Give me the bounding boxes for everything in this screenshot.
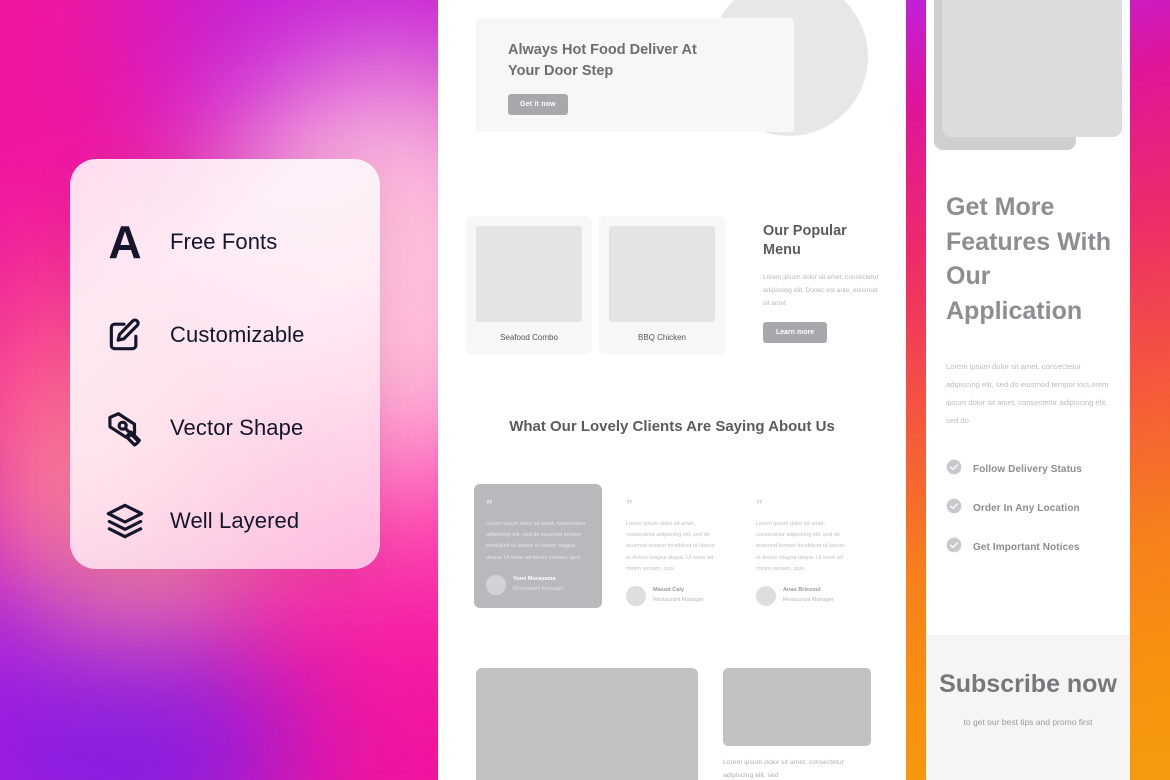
testimonial-card[interactable]: ” Lorem ipsum dolor sit amet, consectetu… [744, 484, 862, 618]
testimonial-body: Lorem ipsum dolor sit amet, consectetur … [756, 521, 845, 572]
checklist-item-get-important-notices[interactable]: Get Important Notices [946, 528, 1124, 567]
avatar [486, 574, 506, 595]
testimonial-author: Yumi Morayama Restaurant Manager [486, 574, 590, 595]
bottom-image-placeholder-large [476, 668, 698, 780]
layers-stack-icon [102, 501, 148, 541]
author-name: Masud Caly [653, 587, 685, 594]
avatar [756, 585, 776, 606]
right-panel-paragraph: Lorem ipsum dolor sit amet, consectetur … [946, 362, 1109, 425]
testimonials-section: What Our Lovely Clients Are Saying About… [438, 416, 906, 608]
hero-title: Always Hot Food Deliver At Your Door Ste… [508, 42, 697, 80]
feature-item-label: Free Fonts [170, 228, 278, 254]
menu-item-name: Seafood Combo [500, 333, 558, 342]
testimonial-body: Lorem ipsum dolor sit amet, consectetur … [626, 521, 715, 572]
subscribe-heading: Subscribe now [939, 670, 1117, 698]
feature-item-vector-shape[interactable]: Vector Shape [70, 381, 380, 474]
checklist-item-follow-delivery-status[interactable]: Follow Delivery Status [946, 450, 1124, 489]
feature-item-label: Vector Shape [170, 414, 304, 440]
menu-paragraph: Lorem ipsum dolor sit amet, consectetur … [763, 274, 879, 307]
center-page-preview: Always Hot Food Deliver At Your Door Ste… [438, 0, 906, 780]
check-circle-icon [946, 537, 962, 558]
pen-nib-icon [102, 408, 148, 448]
menu-card[interactable]: BBQ Chicken [599, 216, 725, 354]
testimonials-heading: What Our Lovely Clients Are Saying About… [509, 418, 835, 435]
checklist-item-label: Follow Delivery Status [973, 464, 1082, 475]
avatar [626, 585, 646, 606]
hero-banner: Always Hot Food Deliver At Your Door Ste… [476, 18, 794, 132]
bottom-caption: Lorem ipsum dolor sit amet, consectetur … [723, 759, 844, 780]
feature-item-customizable[interactable]: Customizable [70, 288, 380, 381]
menu-heading: Our Popular Menu [763, 223, 847, 259]
author-role: Restaurant Manager [513, 585, 564, 592]
author-name: Anas Brissoul [783, 587, 821, 594]
feature-item-well-layered[interactable]: Well Layered [70, 474, 380, 567]
bottom-content-block: Lorem ipsum dolor sit amet, consectetur … [723, 668, 871, 780]
subscribe-subtext: to get our best tips and promo first [963, 716, 1093, 727]
letter-a-glyph: A [108, 215, 142, 268]
quote-mark-icon: ” [626, 497, 633, 512]
author-role: Restaurant Manager [653, 596, 704, 603]
testimonial-author: Masud Caly Restaurant Manager [626, 585, 720, 606]
get-it-now-button[interactable]: Get it now [508, 94, 568, 115]
check-circle-icon [946, 498, 962, 519]
author-role: Restaurant Manager [783, 596, 834, 603]
poster-canvas: A Free Fonts Customizable Vector Shape W… [0, 0, 1170, 780]
menu-card[interactable]: Seafood Combo [466, 216, 592, 354]
menu-image-placeholder [476, 226, 582, 322]
letter-a-icon: A [102, 219, 148, 265]
menu-image-placeholder [609, 226, 715, 322]
right-panel-heading: Get More Features With Our Application [946, 193, 1112, 325]
subscribe-section: Subscribe now to get our best tips and p… [926, 635, 1130, 780]
edit-square-pencil-icon [102, 315, 148, 355]
left-gradient-panel: A Free Fonts Customizable Vector Shape W… [0, 0, 438, 780]
right-page-preview: Get More Features With Our Application L… [926, 0, 1130, 780]
feature-list-card: A Free Fonts Customizable Vector Shape W… [70, 159, 380, 569]
bottom-image-placeholder-small [723, 668, 871, 746]
testimonial-card[interactable]: ” Lorem ipsum dolor sit amet, consectetu… [474, 484, 602, 608]
feature-item-free-fonts[interactable]: A Free Fonts [70, 195, 380, 288]
popular-menu-section: Seafood Combo BBQ Chicken Our Popular Me… [466, 216, 881, 356]
menu-item-name: BBQ Chicken [637, 333, 687, 342]
testimonial-author: Anas Brissoul Restaurant Manager [756, 585, 850, 606]
checklist-item-label: Get Important Notices [973, 542, 1080, 553]
testimonials-row: ” Lorem ipsum dolor sit amet, consectetu… [474, 484, 874, 618]
menu-copy-block: Our Popular Menu Lorem ipsum dolor sit a… [763, 222, 881, 344]
author-name: Yumi Morayama [513, 575, 556, 582]
quote-mark-icon: ” [486, 497, 493, 512]
checklist-item-label: Order In Any Location [973, 503, 1080, 514]
feature-item-label: Well Layered [170, 507, 300, 533]
testimonial-card[interactable]: ” Lorem ipsum dolor sit amet, consectetu… [614, 484, 732, 618]
learn-more-button[interactable]: Learn more [763, 322, 828, 344]
feature-checklist: Follow Delivery Status Order In Any Loca… [946, 450, 1124, 567]
feature-item-label: Customizable [170, 321, 305, 347]
check-circle-icon [946, 459, 962, 480]
testimonial-body: Lorem ipsum dolor sit amet, consectetur … [486, 521, 586, 561]
quote-mark-icon: ” [756, 497, 763, 512]
checklist-item-order-in-any-location[interactable]: Order In Any Location [946, 489, 1124, 528]
app-mockup-placeholder-front [942, 0, 1122, 137]
